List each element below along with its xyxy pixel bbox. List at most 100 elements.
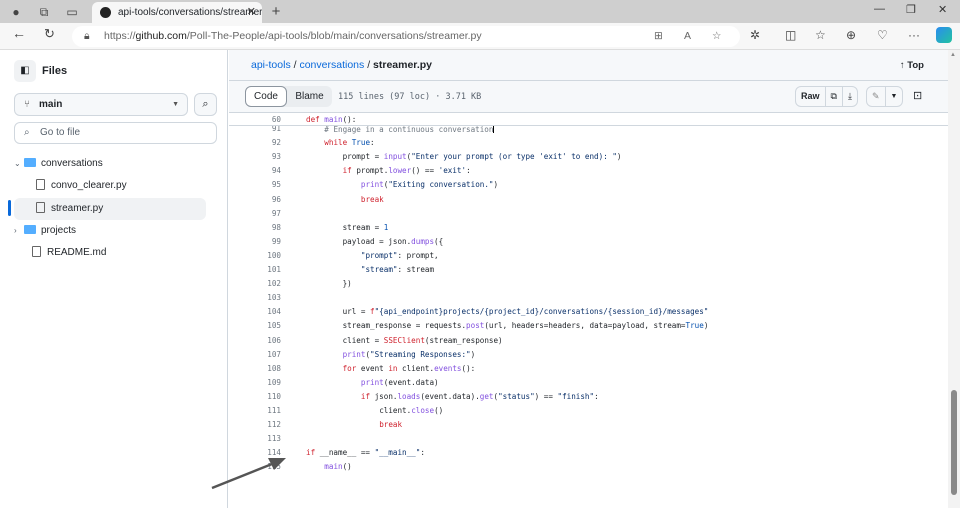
code-token: )	[470, 349, 476, 359]
page-scrollbar[interactable]: ▲	[948, 50, 960, 508]
line-number[interactable]: 114	[229, 448, 281, 457]
line-number[interactable]: 112	[229, 420, 281, 429]
raw-button[interactable]: Raw	[796, 87, 826, 106]
symbols-panel-icon[interactable]: ⊡	[913, 89, 922, 102]
search-button[interactable]: ⌕	[194, 93, 217, 116]
code-token: True	[685, 321, 704, 331]
scrollbar-thumb[interactable]	[951, 390, 957, 495]
app-available-icon[interactable]: ⊞	[654, 26, 663, 47]
sticky-header-line: 60 def main():	[229, 113, 948, 126]
breadcrumb-folder[interactable]: conversations	[299, 59, 364, 71]
refresh-icon[interactable]: ↻	[44, 26, 55, 42]
close-window-icon[interactable]: ✕	[938, 3, 947, 16]
copy-icon[interactable]: ⧉	[826, 87, 843, 106]
view-toggle: Code Blame	[245, 86, 332, 107]
code-token: # Engage in a continuous conversation	[324, 125, 494, 134]
file-toolbar: Code Blame 115 lines (97 loc) · 3.71 KB …	[229, 81, 948, 113]
line-number[interactable]: 105	[229, 321, 281, 330]
code-token: :	[420, 448, 425, 458]
extensions-icon[interactable]: ✲	[750, 28, 760, 42]
line-number[interactable]: 100	[229, 251, 281, 260]
profile-icon[interactable]: ●	[8, 4, 24, 20]
more-menu-icon[interactable]: ···	[908, 28, 920, 42]
line-number[interactable]: 108	[229, 364, 281, 373]
tree-label: convo_clearer.py	[51, 180, 127, 191]
breadcrumb-repo[interactable]: api-tools	[251, 59, 291, 71]
edit-pencil-icon[interactable]: ✎	[867, 87, 886, 106]
back-icon[interactable]: ←	[12, 25, 26, 41]
tree-file-streamer[interactable]: streamer.py	[14, 198, 206, 220]
line-number[interactable]: 96	[229, 195, 281, 204]
line-number[interactable]: 107	[229, 350, 281, 359]
minimize-icon[interactable]: —	[874, 3, 885, 15]
code-view[interactable]: 60 def main(): 91 # Engage in a continuous…	[229, 113, 948, 508]
line-number[interactable]: 113	[229, 434, 281, 443]
line-number[interactable]: 106	[229, 336, 281, 345]
favorite-star-icon[interactable]: ☆	[712, 26, 721, 47]
tree-folder-conversations[interactable]: ⌄ conversations	[14, 153, 103, 175]
line-number[interactable]: 95	[229, 180, 281, 189]
split-screen-icon[interactable]: ◫	[785, 28, 796, 42]
tab-code[interactable]: Code	[245, 86, 287, 107]
code-token: })	[342, 279, 352, 289]
code-token: "Streaming Responses:"	[370, 349, 471, 359]
code-token: if	[360, 391, 375, 401]
line-number[interactable]: 60	[229, 115, 281, 124]
code-token: ():	[461, 363, 476, 373]
line-number[interactable]: 115	[229, 462, 281, 471]
restore-icon[interactable]: ❐	[906, 3, 916, 16]
tab-blame[interactable]: Blame	[287, 86, 332, 107]
read-aloud-icon[interactable]: A	[684, 26, 691, 47]
line-number[interactable]: 99	[229, 237, 281, 246]
caret-down-icon[interactable]: ▼	[886, 87, 903, 106]
tree-file-readme[interactable]: README.md	[32, 242, 106, 264]
code-token: events	[434, 363, 462, 373]
download-icon[interactable]: ⤓	[843, 87, 857, 106]
line-number[interactable]: 109	[229, 378, 281, 387]
code-token: client.	[379, 406, 412, 415]
branch-selector[interactable]: ⑂ main ▼	[14, 93, 188, 116]
top-button[interactable]: ↑ Top	[900, 50, 924, 81]
code-line: client = SSEClient(stream_response)	[343, 336, 503, 345]
line-number[interactable]: 102	[229, 279, 281, 288]
file-icon	[36, 179, 45, 190]
tree-file-convo-clearer[interactable]: convo_clearer.py	[36, 175, 127, 197]
close-tab-icon[interactable]: ✕	[247, 2, 256, 23]
line-number[interactable]: 94	[229, 166, 281, 175]
new-tab-icon[interactable]: +	[268, 4, 284, 20]
line-number[interactable]: 104	[229, 307, 281, 316]
line-number[interactable]: 98	[229, 223, 281, 232]
line-number[interactable]: 103	[229, 293, 281, 302]
code-token: ) ==	[534, 391, 558, 401]
line-number[interactable]: 101	[229, 265, 281, 274]
scroll-up-icon[interactable]: ▲	[950, 52, 956, 58]
favorites-icon[interactable]: ☆	[815, 28, 826, 42]
code-token: for	[342, 363, 361, 373]
workspaces-icon[interactable]: ⧉	[36, 4, 52, 20]
collections-icon[interactable]: ⊕	[846, 28, 856, 42]
line-number[interactable]: 93	[229, 152, 281, 161]
code-line: main()	[324, 462, 351, 471]
code-line: prompt = input("Enter your prompt (or ty…	[343, 152, 622, 161]
browser-tab-bar: ● ⧉ ▭ api-tools/conversations/streamer.p…	[0, 0, 960, 23]
line-number[interactable]: 111	[229, 406, 281, 415]
code-token: "finish"	[557, 391, 595, 401]
search-icon: ⌕	[24, 127, 30, 138]
url-input[interactable]: 🔒︎ https://github.com/Poll-The-People/ap…	[72, 26, 740, 47]
line-number[interactable]: 110	[229, 392, 281, 401]
browser-tab-active[interactable]: api-tools/conversations/streamer.py ✕	[92, 2, 262, 23]
address-bar-row: ← ↻ 🔒︎ https://github.com/Poll-The-Peopl…	[0, 23, 960, 50]
go-to-file-input[interactable]: ⌕ Go to file	[14, 122, 217, 144]
collapse-panel-icon[interactable]: ◧	[14, 60, 36, 82]
line-number[interactable]: 92	[229, 138, 281, 147]
copilot-icon[interactable]	[936, 27, 952, 43]
tab-actions-icon[interactable]: ▭	[64, 4, 80, 20]
tree-folder-projects[interactable]: › projects	[14, 220, 76, 242]
code-token: def	[306, 115, 325, 124]
line-number[interactable]: 97	[229, 209, 281, 218]
tree-label: conversations	[41, 158, 103, 169]
code-token: print	[342, 349, 366, 359]
browser-essentials-icon[interactable]: ♡	[877, 28, 888, 42]
code-token: )	[703, 321, 709, 331]
code-line: def main():	[306, 115, 356, 124]
